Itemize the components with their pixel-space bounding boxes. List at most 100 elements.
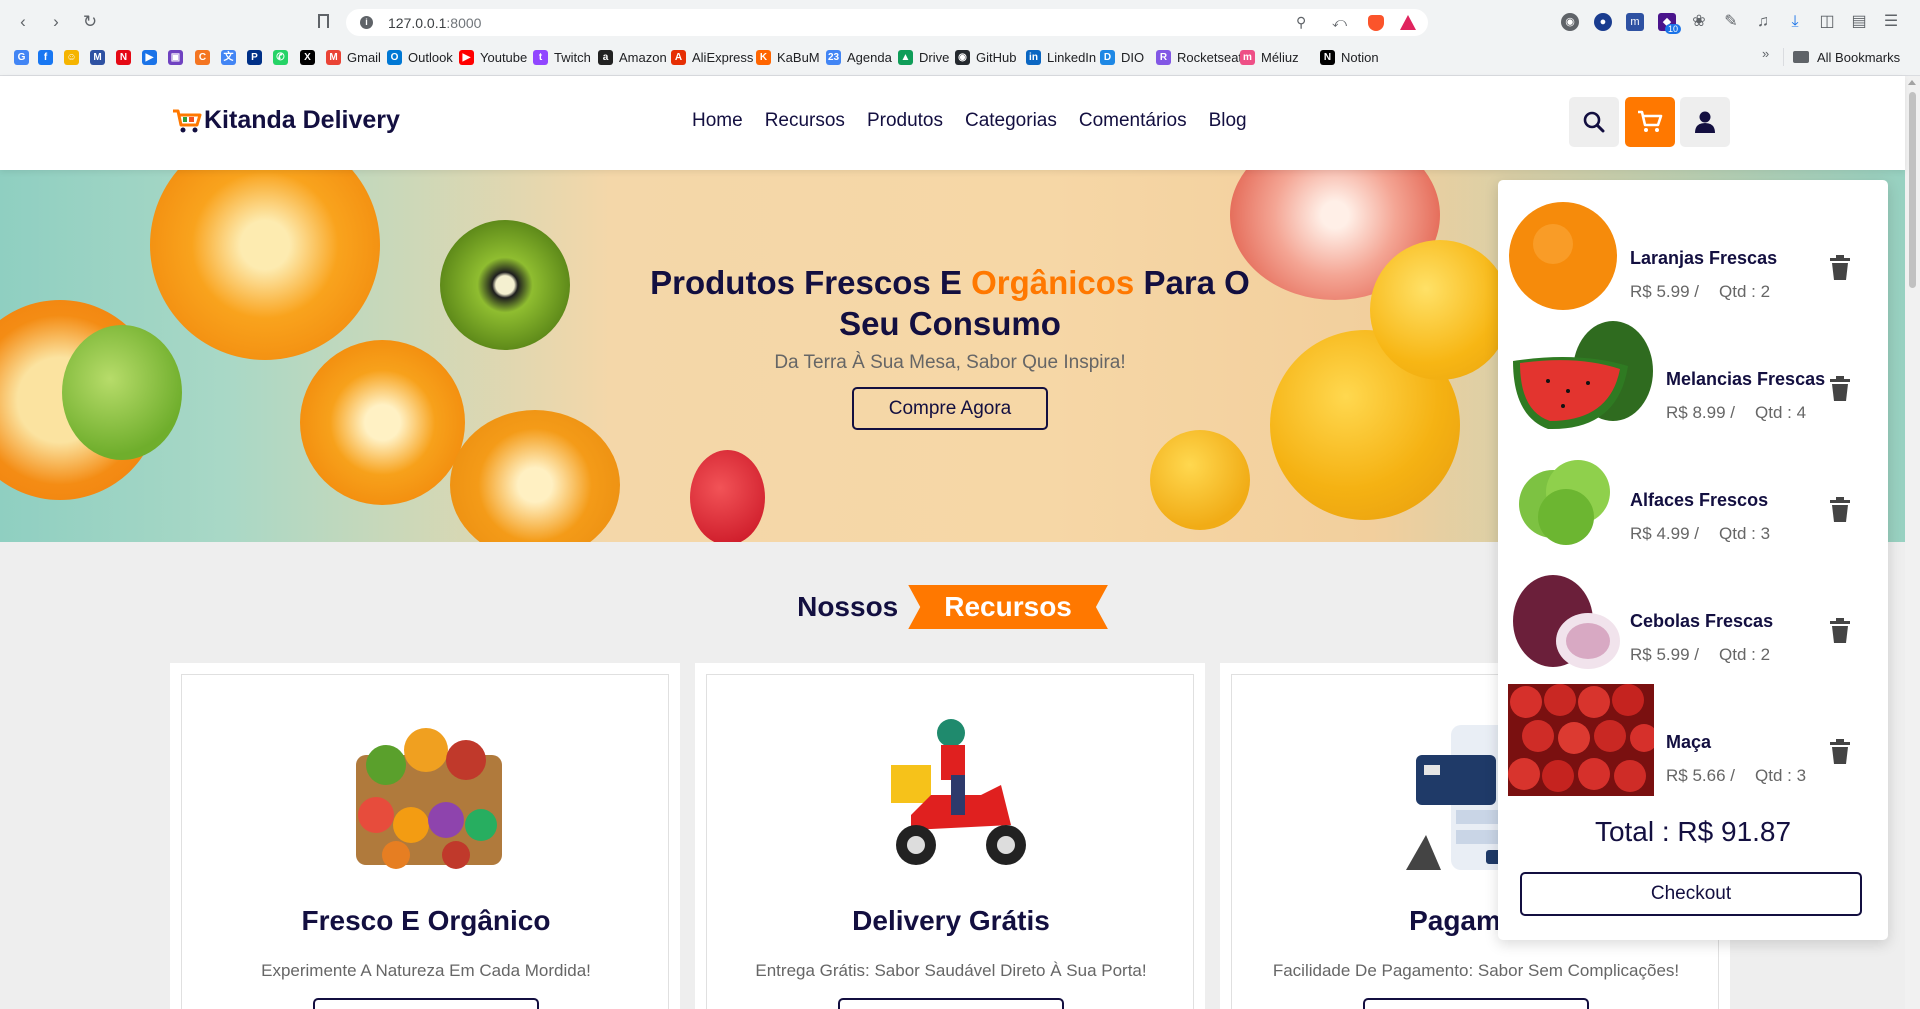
bookmark-item[interactable]: ▶: [142, 46, 157, 68]
bookmark-item[interactable]: A AliExpress: [671, 46, 753, 68]
zoom-icon[interactable]: ⚲: [1296, 14, 1306, 31]
scroll-up-arrow-icon[interactable]: [1908, 80, 1916, 85]
url-text[interactable]: 127.0.0.1:8000: [388, 15, 481, 31]
browser-toolbar: ‹ › ↻ i 127.0.0.1:8000 ⚲ ⤺ ◉ ● m ◆ 10 ❀ …: [0, 0, 1920, 44]
apples-product-image: [1508, 684, 1654, 796]
download-icon[interactable]: ⤓: [1786, 13, 1804, 31]
forward-icon[interactable]: ›: [45, 11, 67, 33]
cart-logo-icon: [173, 109, 202, 132]
nav-blog[interactable]: Blog: [1209, 110, 1247, 132]
search-button[interactable]: [1569, 97, 1619, 147]
reload-icon[interactable]: ↻: [79, 11, 101, 33]
notion-icon: N: [1320, 49, 1335, 65]
amazon-icon: a: [598, 49, 613, 65]
trash-icon[interactable]: [1829, 376, 1851, 402]
bookmark-label: Drive: [919, 49, 950, 65]
bookmark-item[interactable]: O Outlook: [387, 46, 453, 68]
extension-icon-2[interactable]: ●: [1594, 13, 1612, 31]
translate-icon: 文: [221, 49, 236, 65]
nav-categorias[interactable]: Categorias: [965, 110, 1057, 132]
trash-icon[interactable]: [1829, 618, 1851, 644]
nav-recursos[interactable]: Recursos: [765, 110, 845, 132]
bookmark-item[interactable]: M Gmail: [326, 46, 381, 68]
bookmark-item[interactable]: N Notion: [1320, 46, 1379, 68]
bookmark-item[interactable]: ▣: [168, 46, 183, 68]
bookmark-item[interactable]: a Amazon: [598, 46, 667, 68]
page-scrollbar[interactable]: [1905, 76, 1920, 1009]
bookmark-item[interactable]: N: [116, 46, 131, 68]
extension-icon-5[interactable]: ❀: [1690, 13, 1708, 31]
bookmark-label: AliExpress: [692, 49, 754, 65]
bookmark-item[interactable]: ◉ GitHub: [955, 46, 1016, 68]
bookmark-item[interactable]: X: [300, 46, 315, 68]
cart-button[interactable]: [1625, 97, 1675, 147]
x-icon: X: [300, 49, 315, 65]
scrollbar-thumb[interactable]: [1909, 92, 1916, 288]
bookmark-page-icon[interactable]: [318, 14, 329, 28]
nav-home[interactable]: Home: [692, 110, 743, 132]
orange-slice-image: [150, 170, 380, 360]
menu-icon[interactable]: ☰: [1882, 13, 1900, 31]
trash-icon[interactable]: [1829, 739, 1851, 765]
bookmark-item[interactable]: ▶ Youtube: [459, 46, 527, 68]
bookmark-item[interactable]: C: [195, 46, 210, 68]
feature-read-more-button[interactable]: [313, 998, 539, 1009]
share-icon[interactable]: ⤺: [1332, 14, 1347, 31]
bookmark-item[interactable]: in LinkedIn: [1026, 46, 1096, 68]
cart-item-price: R$ 5.99 /: [1630, 282, 1699, 301]
bookmark-item[interactable]: 23 Agenda: [826, 46, 892, 68]
feature-title: Delivery Grátis: [852, 905, 1050, 936]
bookmark-item[interactable]: 文: [221, 46, 236, 68]
bookmark-item[interactable]: M: [90, 46, 105, 68]
trash-icon[interactable]: [1829, 497, 1851, 523]
brave-rewards-icon[interactable]: [1400, 15, 1416, 30]
netflix-icon: N: [116, 49, 131, 65]
url-host: 127.0.0.1: [388, 15, 447, 31]
bookmark-label: LinkedIn: [1047, 49, 1097, 65]
bookmark-item[interactable]: R Rocketseat: [1156, 46, 1242, 68]
search-icon: [1583, 111, 1605, 133]
all-bookmarks-button[interactable]: All Bookmarks: [1793, 46, 1900, 68]
extension-icon-3[interactable]: m: [1626, 13, 1644, 31]
bookmark-item[interactable]: P: [247, 46, 262, 68]
orange-slice-image: [450, 410, 620, 542]
more-bookmarks-icon[interactable]: »: [1762, 46, 1769, 61]
back-icon[interactable]: ‹: [12, 11, 34, 33]
bookmark-item[interactable]: D DIO: [1100, 46, 1144, 68]
cart-item-quantity: Qtd : 3: [1719, 524, 1771, 543]
checkout-button[interactable]: Checkout: [1520, 872, 1862, 916]
site-logo[interactable]: Kitanda Delivery: [172, 106, 400, 135]
brave-shields-icon[interactable]: [1368, 15, 1384, 31]
bookmark-item[interactable]: m Méliuz: [1240, 46, 1299, 68]
trash-icon[interactable]: [1829, 255, 1851, 281]
browser-chrome: ‹ › ↻ i 127.0.0.1:8000 ⚲ ⤺ ◉ ● m ◆ 10 ❀ …: [0, 0, 1920, 76]
feature-read-more-button[interactable]: [1363, 998, 1589, 1009]
bookmark-label: KaBuM: [777, 49, 820, 65]
bookmark-item[interactable]: ▲ Drive: [898, 46, 949, 68]
site-info-icon[interactable]: i: [360, 16, 373, 29]
bookmark-item[interactable]: t Twitch: [533, 46, 591, 68]
bookmark-item[interactable]: f: [38, 46, 53, 68]
nav-produtos[interactable]: Produtos: [867, 110, 943, 132]
bookmark-item[interactable]: ✆: [273, 46, 288, 68]
extension-icon-1[interactable]: ◉: [1561, 13, 1579, 31]
feature-read-more-button[interactable]: [838, 998, 1064, 1009]
bookmark-item[interactable]: K KaBuM: [756, 46, 820, 68]
calendar-icon: 23: [826, 49, 841, 65]
puzzle-icon[interactable]: ✎: [1722, 13, 1740, 31]
lemon-image: [1370, 240, 1510, 380]
rocketseat-icon: R: [1156, 49, 1171, 65]
hero-content: Produtos Frescos E Orgânicos Para O Seu …: [640, 262, 1260, 430]
cart-item-quantity: Qtd : 2: [1719, 282, 1771, 301]
music-icon[interactable]: ♫: [1754, 13, 1772, 31]
bookmark-item[interactable]: G: [14, 46, 29, 68]
nav-comentarios[interactable]: Comentários: [1079, 110, 1187, 132]
paypal-icon: P: [247, 49, 262, 65]
address-bar[interactable]: i 127.0.0.1:8000 ⚲ ⤺: [346, 9, 1428, 36]
sidebar-icon[interactable]: ◫: [1818, 13, 1836, 31]
buy-now-button[interactable]: Compre Agora: [852, 387, 1048, 430]
cart-item-quantity: Qtd : 3: [1755, 766, 1807, 785]
wallet-icon[interactable]: ▤: [1850, 13, 1868, 31]
bookmark-item[interactable]: ☺: [64, 46, 79, 68]
login-button[interactable]: [1680, 97, 1730, 147]
